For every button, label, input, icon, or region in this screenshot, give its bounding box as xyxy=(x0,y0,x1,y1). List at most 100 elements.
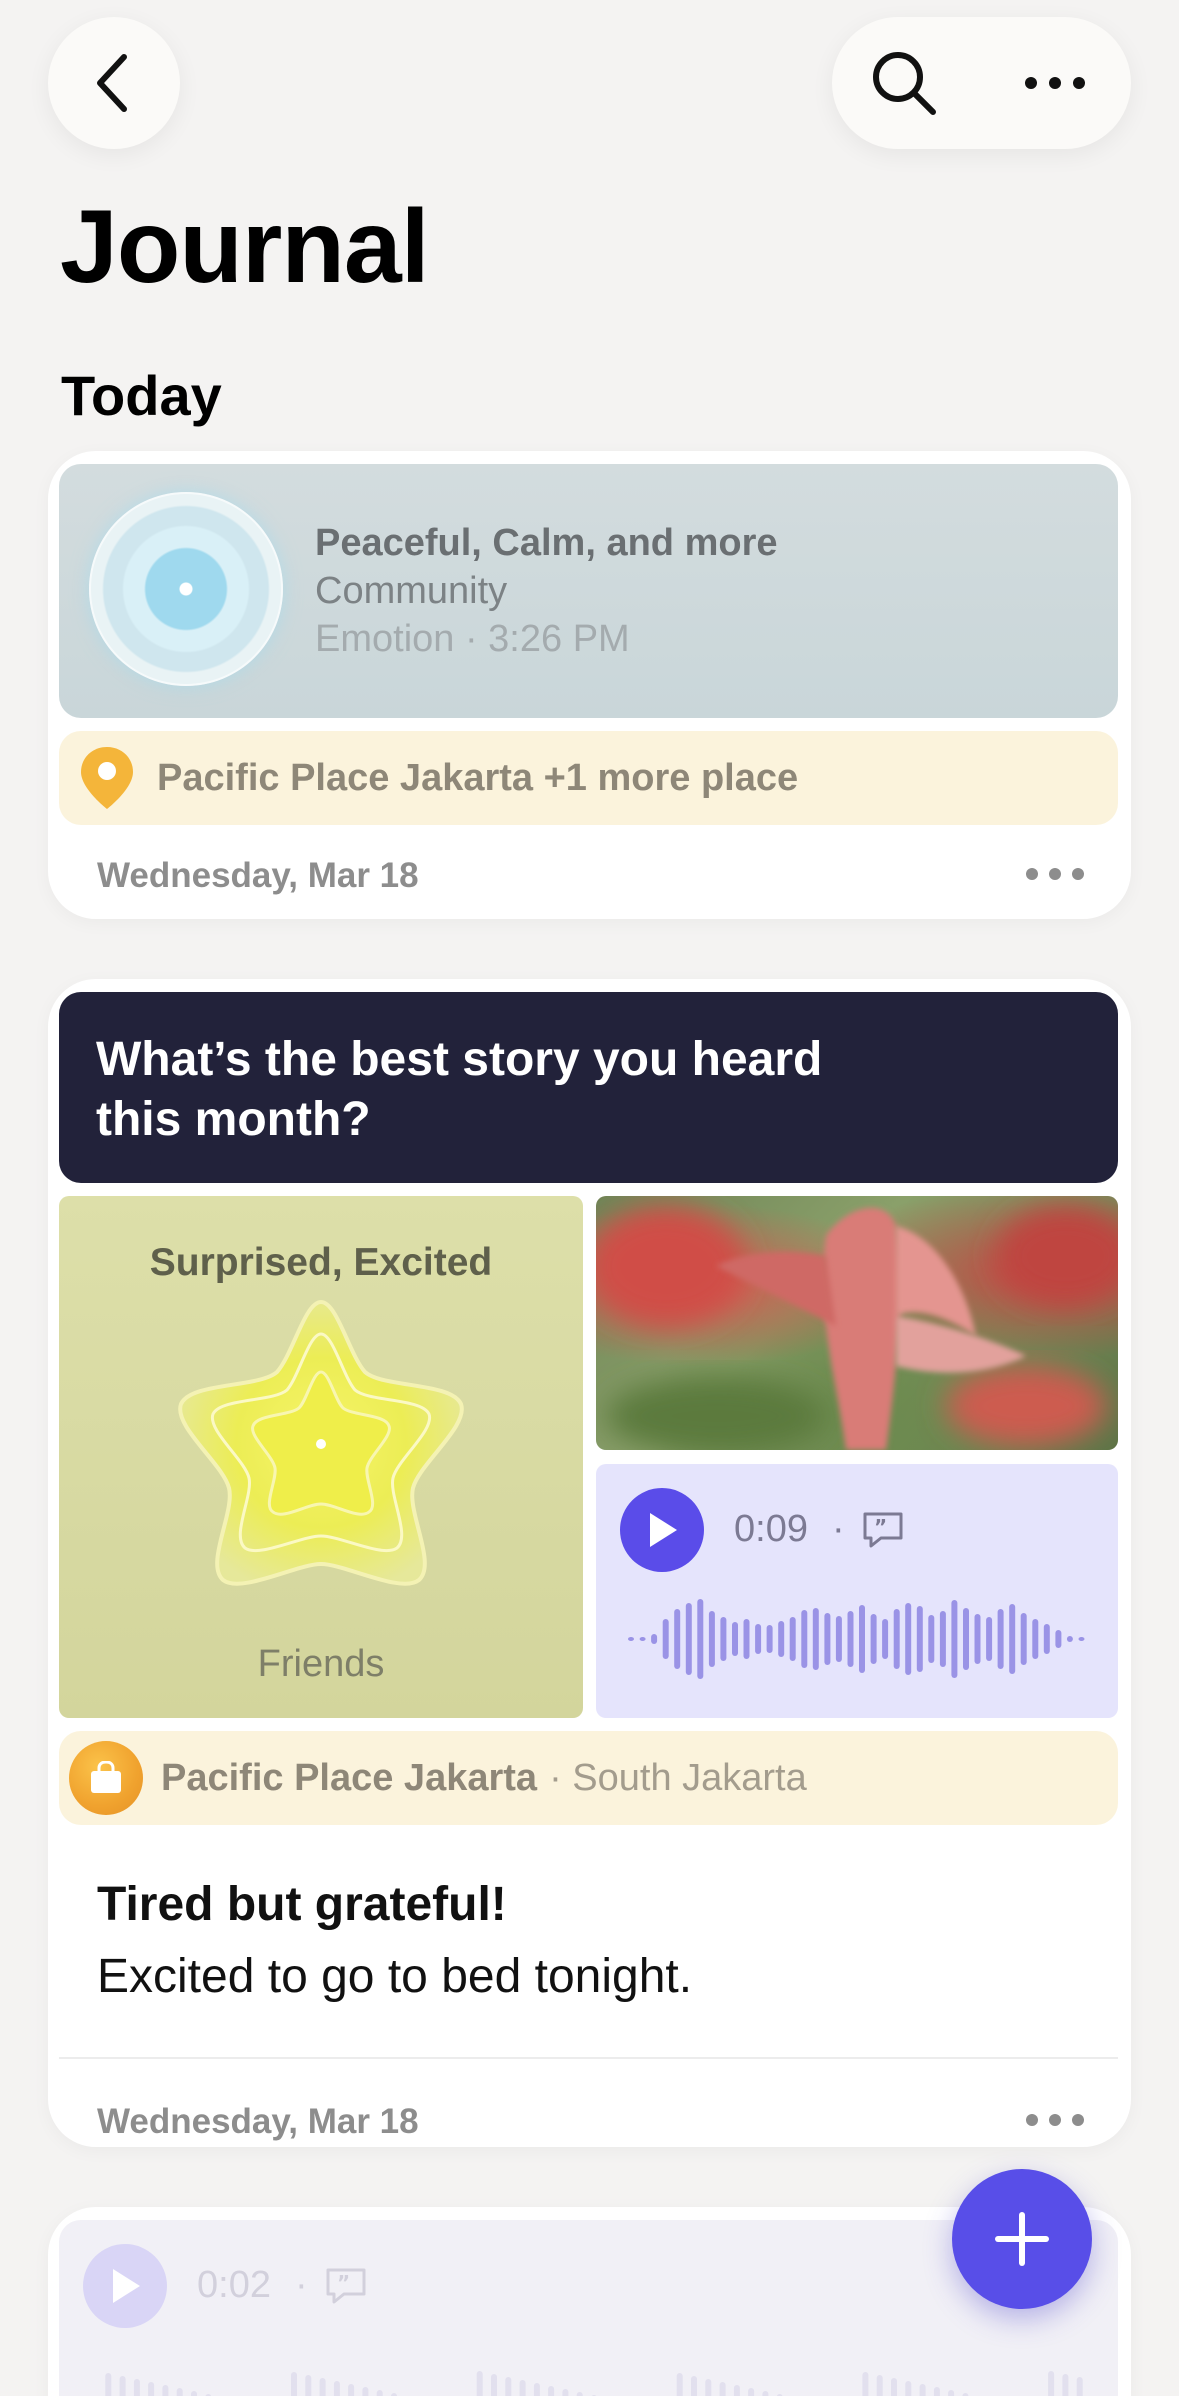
search-button[interactable] xyxy=(864,43,944,123)
waveform-bar xyxy=(191,2391,197,2396)
waveform-bar xyxy=(1048,2371,1055,2396)
place-strip[interactable]: Pacific Place Jakarta · South Jakarta xyxy=(59,1731,1118,1825)
waveform-bar xyxy=(905,2381,912,2396)
waveform-bar xyxy=(476,2371,483,2396)
waveform-bar xyxy=(916,1606,923,1672)
waveform-bar xyxy=(1020,1613,1027,1665)
audio-duration: 0:02 xyxy=(197,2264,271,2306)
place-area: · South Jakarta xyxy=(549,1756,807,1799)
entry-date: Wednesday, Mar 18 xyxy=(97,2102,419,2141)
waveform-bar xyxy=(651,1634,658,1644)
waveform-bar xyxy=(719,2382,726,2396)
audio-recording[interactable]: 0:09 · ” xyxy=(596,1464,1118,1718)
waveform-bar xyxy=(891,2378,897,2396)
flower-photo-image xyxy=(596,1206,1118,1450)
waveform-bar xyxy=(859,1605,865,1673)
waveform-bar xyxy=(835,1616,842,1662)
audio-waveform[interactable] xyxy=(89,2370,1089,2396)
emotion-context: Community xyxy=(315,570,508,612)
waveform-bar xyxy=(319,2378,326,2396)
more-button[interactable] xyxy=(1010,43,1100,123)
svg-text:”: ” xyxy=(874,1515,887,1539)
svg-text:”: ” xyxy=(337,2271,350,2295)
waveform-bar xyxy=(1078,1637,1085,1641)
audio-duration: 0:09 xyxy=(734,1508,808,1550)
back-button[interactable] xyxy=(48,17,180,149)
place-label: Pacific Place Jakarta +1 more place xyxy=(157,756,799,799)
waveform-bar xyxy=(928,1615,935,1663)
mood-tile[interactable]: Surprised, Excited Friends xyxy=(59,1196,583,1718)
waveform-bar xyxy=(882,1619,889,1659)
photo-thumbnail[interactable] xyxy=(596,1196,1118,1450)
waveform-bar xyxy=(628,1637,634,1641)
waveform-bar xyxy=(162,2385,169,2396)
waveform-bar xyxy=(491,2374,497,2396)
entry-date: Wednesday, Mar 18 xyxy=(97,856,419,895)
mood-label: Surprised, Excited xyxy=(149,1241,493,1284)
waveform-bar xyxy=(105,2373,112,2396)
waveform-bar xyxy=(376,2390,383,2396)
prompt-text: What’s the best story you heard this mon… xyxy=(96,1033,823,1146)
waveform-bar xyxy=(762,2391,769,2396)
emotion-panel[interactable]: Peaceful, Calm, and more Community Emoti… xyxy=(59,464,1118,718)
waveform-bar xyxy=(733,2385,740,2396)
emotion-title: Peaceful, Calm, and more xyxy=(315,522,778,564)
waveform-bar xyxy=(986,1617,993,1661)
waveform-bar xyxy=(766,1625,773,1653)
waveform-bar xyxy=(691,2376,697,2396)
journal-entry-card[interactable]: Peaceful, Calm, and more Community Emoti… xyxy=(48,451,1131,919)
entry-more-button[interactable] xyxy=(1020,854,1090,894)
waveform-bar xyxy=(505,2377,512,2396)
waveform-bar xyxy=(176,2388,183,2396)
section-heading-today: Today xyxy=(61,364,222,427)
waveform-bar xyxy=(519,2380,526,2396)
waveform-bar xyxy=(562,2389,569,2396)
ellipsis-icon xyxy=(1026,2114,1084,2126)
waveform-bar xyxy=(778,1621,785,1657)
waveform-bar xyxy=(870,1614,877,1664)
transcript-icon[interactable]: ” xyxy=(861,1510,905,1550)
audio-waveform[interactable] xyxy=(626,1594,1088,1684)
waveform-bar xyxy=(697,1599,704,1679)
waveform-bar xyxy=(1066,1636,1073,1642)
waveform-bar xyxy=(997,1609,1004,1669)
entry-more-button[interactable] xyxy=(1020,2100,1090,2140)
transcript-icon[interactable]: ” xyxy=(324,2266,368,2306)
waveform-bar xyxy=(1043,1624,1050,1654)
chevron-left-icon xyxy=(97,54,127,112)
waveform-bar xyxy=(801,1610,808,1668)
waveform-bar xyxy=(876,2375,883,2396)
waveform-bar xyxy=(362,2387,369,2396)
add-entry-button[interactable] xyxy=(952,2169,1092,2309)
audio-separator: · xyxy=(832,1508,845,1550)
plus-icon xyxy=(995,2212,1049,2266)
divider xyxy=(59,2057,1118,2059)
emotion-meta: Emotion · 3:26 PM xyxy=(315,618,630,660)
page-title: Journal xyxy=(60,189,430,305)
waveform-bar xyxy=(348,2384,355,2396)
waveform-bar xyxy=(148,2382,155,2396)
place-name: Pacific Place Jakarta xyxy=(161,1756,538,1799)
waveform-bar xyxy=(291,2372,297,2396)
waveform-bar xyxy=(674,1609,681,1669)
entry-title: Tired but grateful! xyxy=(97,1878,507,1931)
waveform-bar xyxy=(639,1637,646,1641)
place-strip[interactable]: Pacific Place Jakarta +1 more place xyxy=(59,731,1118,825)
waveform-bar xyxy=(755,1624,762,1654)
waveform-bar xyxy=(893,1609,900,1669)
play-icon xyxy=(650,1513,677,1547)
waveform-bar xyxy=(133,2379,140,2396)
waveform-bar xyxy=(812,1608,819,1670)
prompt-panel: What’s the best story you heard this mon… xyxy=(59,992,1118,1183)
waveform-bar xyxy=(305,2375,312,2396)
entry-body: Excited to go to bed tonight. xyxy=(97,1950,693,2003)
waveform-bar xyxy=(939,1611,946,1667)
shopping-bag-icon xyxy=(69,1741,143,1815)
waveform-bar xyxy=(963,1608,969,1670)
map-pin-icon xyxy=(79,745,135,811)
waveform-bar xyxy=(824,1613,831,1665)
play-button[interactable] xyxy=(620,1488,704,1572)
play-button[interactable] xyxy=(83,2244,167,2328)
search-icon xyxy=(873,52,936,115)
journal-entry-card[interactable]: What’s the best story you heard this mon… xyxy=(48,979,1131,2147)
